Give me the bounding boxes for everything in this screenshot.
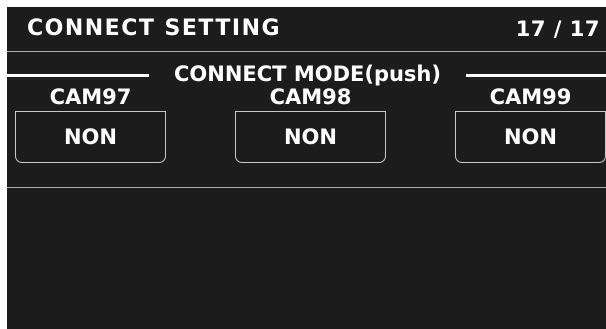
connect-setting-screen: CONNECT SETTING 17 / 17 CONNECT MODE(pus…	[7, 7, 606, 329]
section-rule-right	[466, 74, 606, 77]
content-divider	[7, 187, 606, 188]
section-rule-left	[7, 74, 149, 77]
cam98-mode-button[interactable]: NON	[235, 111, 386, 163]
cam99-mode-button[interactable]: NON	[455, 111, 606, 163]
cam97-mode-button[interactable]: NON	[15, 111, 166, 163]
cam97-label: CAM97	[49, 85, 132, 109]
page-counter: 17 / 17	[515, 17, 600, 41]
cam99-label: CAM99	[489, 85, 572, 109]
cam98-label: CAM98	[269, 85, 352, 109]
page-title: CONNECT SETTING	[27, 16, 282, 41]
header-divider	[7, 51, 606, 52]
